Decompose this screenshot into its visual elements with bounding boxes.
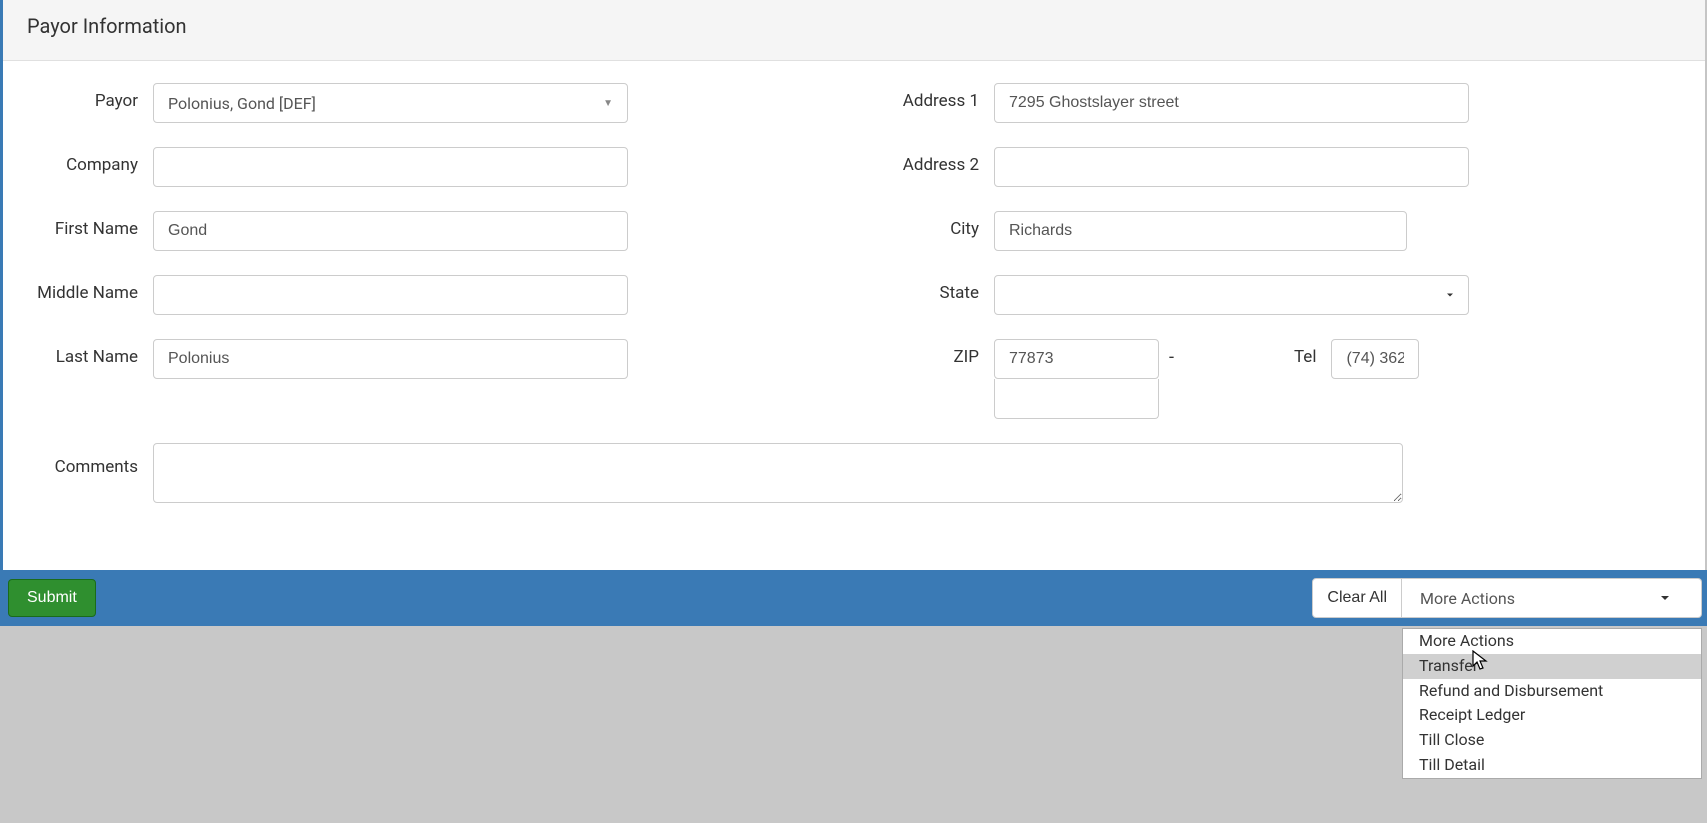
dropdown-item[interactable]: Refund and Disbursement: [1403, 679, 1701, 704]
company-label: Company: [23, 147, 153, 178]
zip-ext-input[interactable]: [994, 379, 1159, 419]
payor-select[interactable]: Polonius, Gond [DEF] ▼: [153, 83, 628, 123]
payor-select-value: Polonius, Gond [DEF]: [168, 94, 316, 113]
dropdown-item[interactable]: Transfer: [1403, 654, 1701, 679]
last-name-row: Last Name: [23, 339, 844, 379]
company-row: Company: [23, 147, 844, 187]
more-actions-label: More Actions: [1420, 589, 1515, 608]
right-column: Address 1 Address 2 City State ZIP: [854, 83, 1695, 443]
panel-body: Payor Polonius, Gond [DEF] ▼ Company Fir…: [3, 61, 1705, 553]
payor-label: Payor: [23, 83, 153, 114]
address2-row: Address 2: [864, 147, 1685, 187]
city-label: City: [864, 211, 994, 242]
dropdown-item[interactable]: Till Close: [1403, 728, 1701, 753]
payor-row: Payor Polonius, Gond [DEF] ▼: [23, 83, 844, 123]
footer-right: Clear All More Actions More ActionsTrans…: [1312, 578, 1702, 618]
more-actions-select[interactable]: More Actions: [1402, 578, 1702, 618]
payor-info-panel: Payor Information Payor Polonius, Gond […: [0, 0, 1707, 570]
address2-label: Address 2: [864, 147, 994, 178]
panel-title: Payor Information: [27, 14, 1685, 38]
tel-input[interactable]: [1331, 339, 1419, 379]
footer-bar: Submit Clear All More Actions More Actio…: [0, 570, 1707, 626]
address1-row: Address 1: [864, 83, 1685, 123]
last-name-label: Last Name: [23, 339, 153, 370]
comments-textarea[interactable]: [153, 443, 1403, 503]
state-row: State: [864, 275, 1685, 315]
middle-name-input[interactable]: [153, 275, 628, 315]
last-name-input[interactable]: [153, 339, 628, 379]
first-name-label: First Name: [23, 211, 153, 242]
caret-down-icon: ▼: [603, 98, 613, 109]
state-select[interactable]: [994, 275, 1469, 315]
zip-input[interactable]: [994, 339, 1159, 379]
city-row: City: [864, 211, 1685, 251]
city-input[interactable]: [994, 211, 1407, 251]
middle-name-label: Middle Name: [23, 275, 153, 306]
tel-label: Tel: [1294, 339, 1331, 367]
clear-all-button[interactable]: Clear All: [1312, 578, 1402, 618]
state-label: State: [864, 275, 994, 306]
first-name-input[interactable]: [153, 211, 628, 251]
address1-label: Address 1: [864, 83, 994, 114]
comments-row: Comments: [13, 443, 1695, 503]
comments-label: Comments: [23, 443, 153, 477]
more-actions-dropdown: More ActionsTransferRefund and Disbursem…: [1402, 628, 1702, 779]
more-actions-wrapper: More Actions More ActionsTransferRefund …: [1402, 578, 1702, 618]
zip-dash: -: [1159, 339, 1184, 376]
chevron-down-icon: [1659, 592, 1671, 604]
dropdown-item[interactable]: Till Detail: [1403, 753, 1701, 778]
dropdown-item[interactable]: Receipt Ledger: [1403, 703, 1701, 728]
zip-label: ZIP: [864, 339, 994, 370]
address1-input[interactable]: [994, 83, 1469, 123]
left-column: Payor Polonius, Gond [DEF] ▼ Company Fir…: [13, 83, 854, 443]
panel-header: Payor Information: [3, 0, 1705, 61]
middle-name-row: Middle Name: [23, 275, 844, 315]
address2-input[interactable]: [994, 147, 1469, 187]
company-input[interactable]: [153, 147, 628, 187]
dropdown-item[interactable]: More Actions: [1403, 629, 1701, 654]
first-name-row: First Name: [23, 211, 844, 251]
submit-button[interactable]: Submit: [8, 579, 96, 617]
zip-row: ZIP - Tel: [864, 339, 1685, 419]
